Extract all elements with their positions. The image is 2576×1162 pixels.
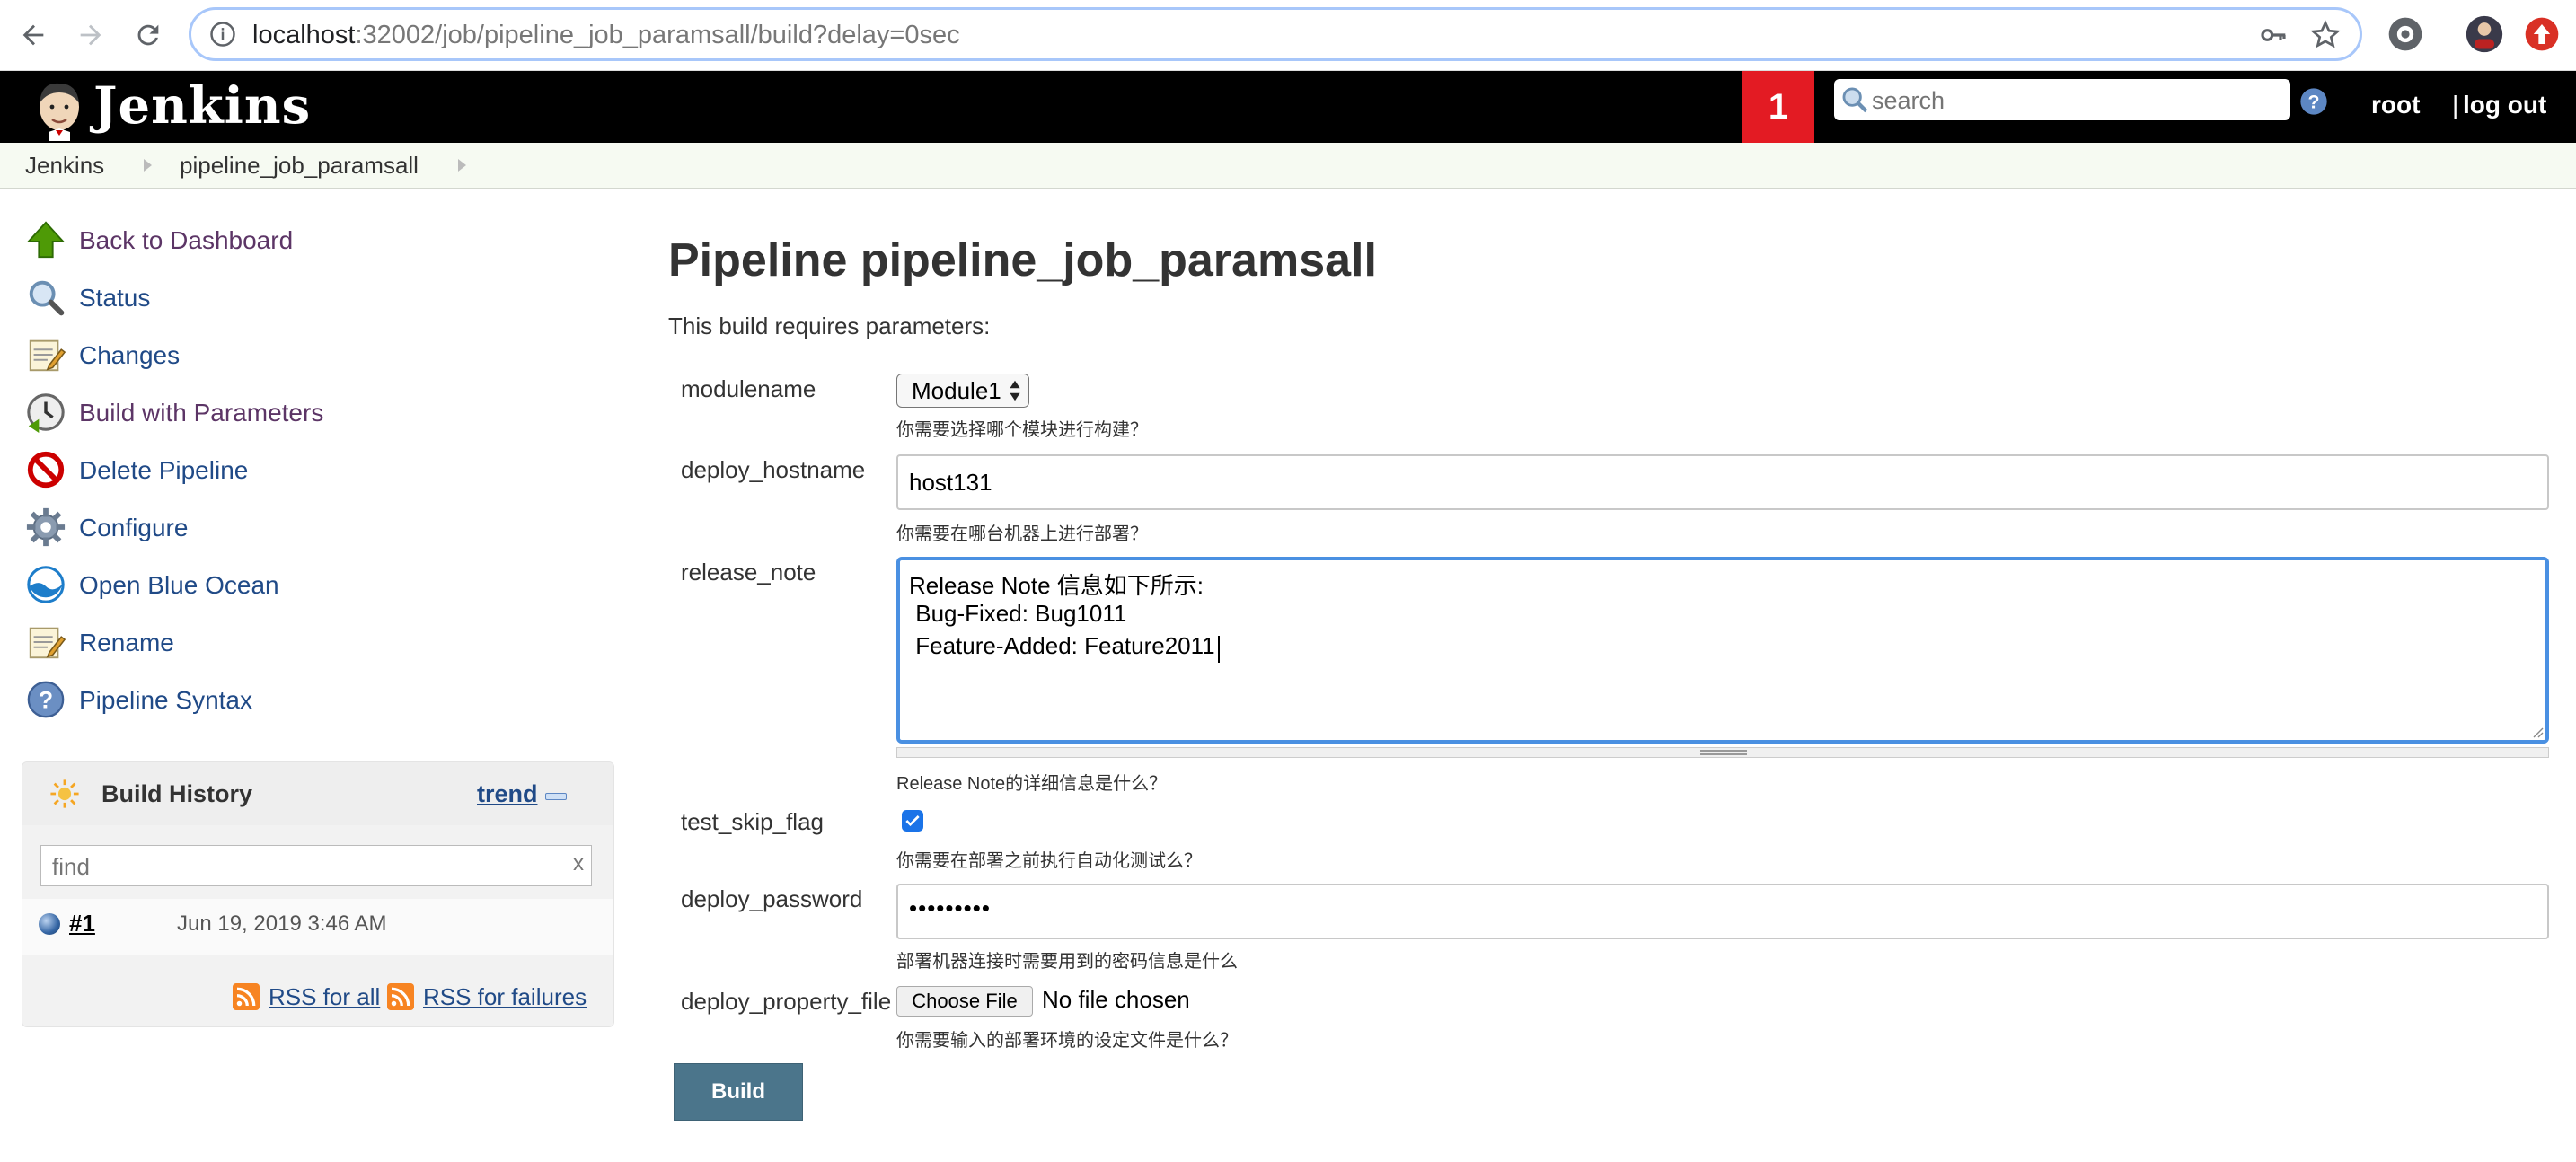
deploy-hostname-value: host131 [909, 469, 992, 496]
notepad-icon [29, 627, 66, 659]
jenkins-header: Jenkins 1 ? root | log out [0, 71, 2576, 143]
breadcrumb-chevron-icon[interactable] [144, 159, 152, 172]
clock-icon [27, 393, 65, 433]
breadcrumb-chevron-icon[interactable] [458, 159, 466, 172]
checkmark-icon [905, 815, 920, 827]
search-icon [1842, 87, 1868, 113]
deploy-hostname-input[interactable]: host131 [896, 454, 2549, 510]
user-link[interactable]: root [2371, 91, 2420, 119]
param-label-deploy-hostname: deploy_hostname [681, 456, 866, 483]
jenkins-logo-text[interactable]: Jenkins [93, 76, 311, 136]
rss-icon[interactable] [233, 983, 260, 1010]
release-note-line: Bug-Fixed: Bug1011 [909, 600, 1127, 627]
search-field[interactable] [1834, 79, 2290, 120]
modulename-selected: Module1 [912, 377, 1001, 404]
deploy-password-masked: ••••••••• [909, 894, 991, 921]
clear-filter-icon[interactable]: x [573, 851, 584, 876]
build-row: #1 Jun 19, 2019 3:46 AM [22, 899, 613, 955]
collapse-icon[interactable] [545, 793, 567, 800]
release-note-line: Feature-Added: Feature2011 [909, 632, 1215, 659]
trend-link[interactable]: trend [477, 780, 538, 808]
task-label: Pipeline Syntax [79, 686, 253, 714]
textarea-expand-handle[interactable] [896, 747, 2549, 758]
url-text: localhost:32002/job/pipeline_job_paramsa… [252, 21, 960, 49]
parameters-intro: This build requires parameters: [668, 313, 991, 339]
sun-icon [50, 779, 79, 808]
resize-grip-icon[interactable] [2529, 724, 2544, 738]
no-entry-icon [27, 451, 65, 489]
param-label-deploy-password: deploy_password [681, 885, 863, 912]
build-history-header: Build History trend [22, 762, 613, 825]
key-icon[interactable] [2257, 21, 2289, 49]
browser-toolbar: localhost:32002/job/pipeline_job_paramsa… [0, 0, 2576, 71]
grip-lines-icon [1700, 750, 1747, 755]
release-note-textarea[interactable]: Release Note 信息如下所示: Bug-Fixed: Bug1011 … [896, 557, 2549, 744]
test-skip-flag-checkbox[interactable] [902, 810, 923, 832]
param-desc-release-note: Release Note的详细信息是什么？ [896, 774, 1168, 794]
up-arrow-icon [26, 221, 66, 259]
task-label: Status [79, 284, 151, 312]
param-label-test-skip-flag: test_skip_flag [681, 808, 824, 835]
rss-failures-link[interactable]: RSS for failures [423, 983, 587, 1011]
param-desc-test-skip-flag: 你需要在部署之前执行自动化测试么？ [896, 851, 1202, 871]
notepad-icon [29, 339, 66, 372]
param-label-deploy-property-file: deploy_property_file [681, 988, 892, 1015]
breadcrumb-job[interactable]: pipeline_job_paramsall [180, 152, 419, 180]
profile-avatar-icon[interactable] [2465, 14, 2504, 54]
task-label: Back to Dashboard [79, 226, 294, 254]
search-input[interactable] [1870, 83, 2278, 119]
deploy-password-input[interactable]: ••••••••• [896, 884, 2549, 939]
page-title: Pipeline pipeline_job_paramsall [668, 234, 1377, 286]
build-number-link[interactable]: #1 [69, 910, 95, 938]
jenkins-butler-icon[interactable] [27, 76, 92, 141]
svg-text:?: ? [39, 687, 53, 714]
svg-text:?: ? [2307, 91, 2319, 112]
task-label: Delete Pipeline [79, 456, 249, 484]
rss-icon[interactable] [387, 983, 414, 1010]
modulename-select[interactable]: Module1 [896, 374, 1029, 408]
help-icon[interactable]: ? [2299, 87, 2328, 116]
text-caret [1218, 636, 1220, 663]
bookmark-star-icon[interactable] [2309, 19, 2342, 51]
help-icon: ? [27, 681, 65, 718]
build-date[interactable]: Jun 19, 2019 3:46 AM [177, 911, 387, 937]
info-icon[interactable] [209, 21, 236, 48]
find-input[interactable] [50, 849, 557, 884]
address-bar[interactable]: localhost:32002/job/pipeline_job_paramsa… [189, 7, 2362, 61]
reload-icon[interactable] [126, 13, 171, 57]
update-alert-icon[interactable] [2522, 14, 2562, 54]
build-history-filter[interactable]: x [40, 845, 592, 886]
header-separator: | [2452, 91, 2459, 119]
extension-icon[interactable] [2386, 14, 2425, 54]
breadcrumb-jenkins[interactable]: Jenkins [25, 152, 104, 180]
magnifier-icon [29, 280, 65, 316]
param-desc-modulename: 你需要选择哪个模块进行构建？ [896, 420, 1148, 440]
forward-arrow-icon[interactable] [68, 13, 113, 57]
select-arrows-icon [1010, 380, 1020, 401]
param-desc-deploy-property-file: 你需要输入的部署环境的设定文件是什么？ [896, 1031, 1238, 1051]
build-history-widget: Build History trend x #1 Jun 19, 2019 3:… [22, 761, 614, 1027]
task-label: Rename [79, 629, 174, 656]
task-label: Build with Parameters [79, 399, 324, 427]
release-note-line: Release Note 信息如下所示: [909, 572, 1204, 599]
build-history-title: Build History [101, 780, 253, 807]
param-label-release-note: release_note [681, 559, 816, 585]
task-label: Configure [79, 514, 189, 541]
choose-file-button[interactable]: Choose File [896, 986, 1033, 1017]
param-label-modulename: modulename [681, 375, 816, 402]
logout-link[interactable]: log out [2463, 91, 2546, 119]
gear-icon [26, 507, 66, 547]
build-button[interactable]: Build [674, 1063, 803, 1121]
param-desc-deploy-password: 部署机器连接时需要用到的密码信息是什么 [896, 952, 1238, 972]
param-desc-deploy-hostname: 你需要在哪台机器上进行部署？ [896, 524, 1148, 544]
blue-ocean-icon [27, 566, 65, 603]
notification-badge[interactable]: 1 [1742, 71, 1814, 143]
rss-all-link[interactable]: RSS for all [269, 983, 380, 1011]
task-label: Changes [79, 341, 181, 369]
back-arrow-icon[interactable] [11, 13, 56, 57]
task-label: Open Blue Ocean [79, 571, 279, 599]
breadcrumb: Jenkins pipeline_job_paramsall [0, 143, 2576, 189]
build-status-ball-icon[interactable] [39, 913, 60, 935]
file-status: No file chosen [1042, 986, 1190, 1013]
